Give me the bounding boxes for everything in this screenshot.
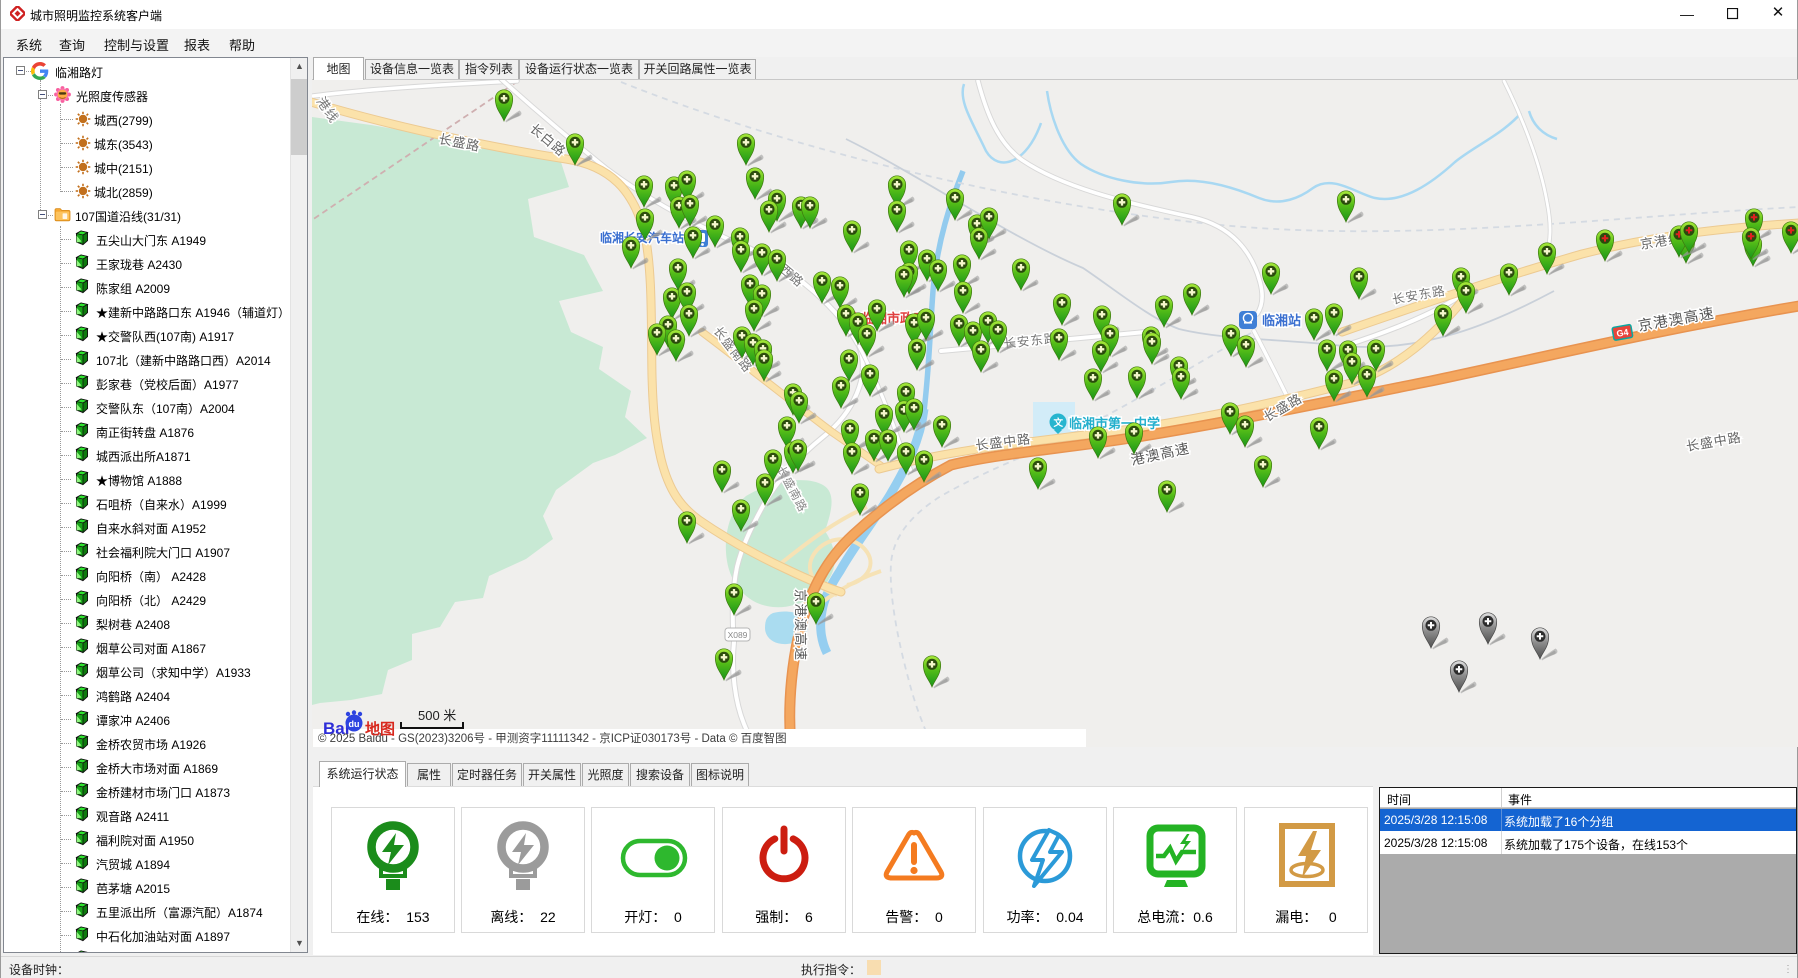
svg-text:X089: X089 <box>728 630 748 640</box>
svg-text:京港澳高速: 京港澳高速 <box>793 589 808 662</box>
svg-text:临湘市第一中学: 临湘市第一中学 <box>1069 416 1160 431</box>
svg-text:临湘站: 临湘站 <box>1262 313 1301 328</box>
svg-text:du: du <box>349 719 360 729</box>
svg-text:500 米: 500 米 <box>418 708 456 723</box>
svg-text:G4: G4 <box>1616 327 1630 339</box>
svg-text:© 2025 Baidu - GS(2023)3206号 -: © 2025 Baidu - GS(2023)3206号 - 甲测资字11111… <box>318 731 787 745</box>
svg-text:文: 文 <box>1053 417 1064 429</box>
